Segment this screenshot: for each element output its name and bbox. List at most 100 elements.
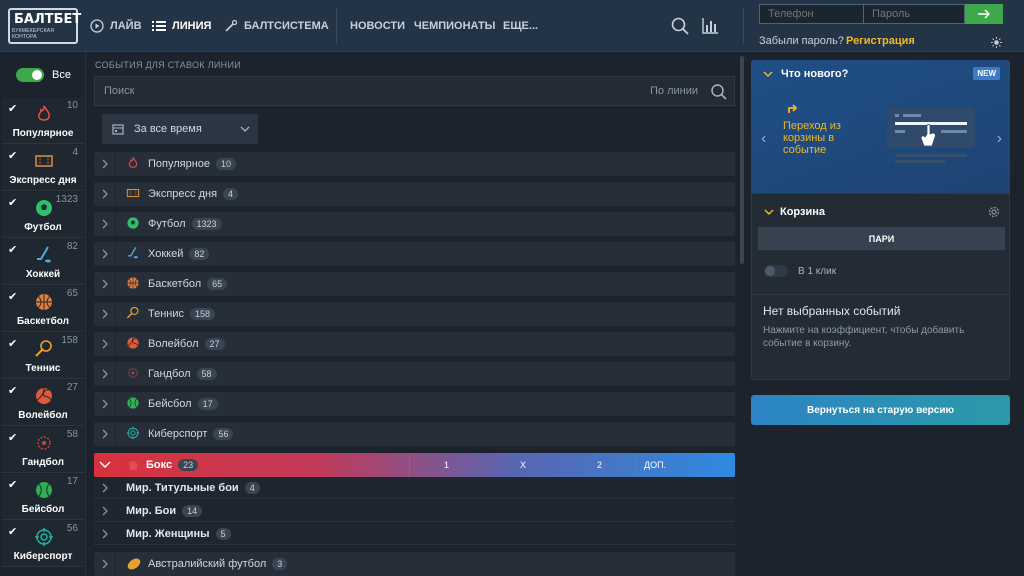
sport-count: 82 bbox=[66, 241, 78, 252]
chevron-right-icon[interactable] bbox=[94, 552, 116, 576]
toggle-all[interactable]: Все bbox=[16, 68, 71, 82]
tournament-row[interactable]: Мир. Титульные бои 4 bbox=[94, 477, 735, 499]
nav-news[interactable]: НОВОСТИ bbox=[350, 0, 405, 52]
category-count: 58 bbox=[196, 368, 217, 380]
sidebar-sport-tile[interactable]: ✔ 10 Популярное bbox=[2, 98, 84, 144]
sidebar-sport-tile[interactable]: ✔ 27 Волейбол bbox=[2, 380, 84, 426]
stats-icon[interactable] bbox=[700, 16, 720, 36]
check-icon[interactable]: ✔ bbox=[8, 337, 17, 350]
cart-illustration bbox=[887, 108, 975, 163]
scrollbar[interactable] bbox=[740, 56, 744, 264]
category-row[interactable]: Бейсбол 17 bbox=[94, 392, 735, 416]
category-label: Экспресс дня bbox=[148, 188, 218, 200]
login-button[interactable] bbox=[965, 4, 1003, 24]
sidebar-sport-tile[interactable]: ✔ 17 Бейсбол bbox=[2, 474, 84, 520]
category-row[interactable]: Теннис 158 bbox=[94, 302, 735, 326]
main-content: СОБЫТИЯ ДЛЯ СТАВОК ЛИНИИ Поиск По линии … bbox=[88, 52, 738, 576]
sidebar-sport-tile[interactable]: ✔ 58 Гандбол bbox=[2, 427, 84, 473]
sport-count: 10 bbox=[66, 100, 78, 111]
register-link[interactable]: Регистрация bbox=[846, 35, 915, 47]
chevron-right-icon[interactable] bbox=[94, 362, 116, 386]
period-select[interactable]: За все время bbox=[102, 114, 258, 144]
toggle-switch[interactable] bbox=[16, 68, 44, 82]
forgot-password-link[interactable]: Забыли пароль? bbox=[759, 35, 844, 47]
category-row-expanded[interactable]: Бокс 23 1 X 2 ДОП. bbox=[94, 453, 735, 477]
nav-championships[interactable]: ЧЕМПИОНАТЫ bbox=[414, 0, 495, 52]
category-row[interactable]: Баскетбол 65 bbox=[94, 272, 735, 296]
category-row[interactable]: Киберспорт 56 bbox=[94, 422, 735, 446]
chevron-up-icon[interactable] bbox=[94, 461, 116, 469]
old-version-button[interactable]: Вернуться на старую версию bbox=[751, 395, 1010, 425]
search-icon[interactable] bbox=[670, 16, 690, 36]
category-row[interactable]: Популярное 10 bbox=[94, 152, 735, 176]
check-icon[interactable]: ✔ bbox=[8, 525, 17, 538]
category-label: Футбол bbox=[148, 218, 186, 230]
sidebar-sport-tile[interactable]: ✔ 65 Баскетбол bbox=[2, 286, 84, 332]
chevron-right-icon[interactable] bbox=[94, 422, 116, 446]
category-row[interactable]: Волейбол 27 bbox=[94, 332, 735, 356]
sport-count: 1323 bbox=[55, 194, 78, 205]
nav-championships-label: ЧЕМПИОНАТЫ bbox=[414, 20, 496, 32]
sidebar-sport-tile[interactable]: ✔ 4 Экспресс дня bbox=[2, 145, 84, 191]
search-scope[interactable]: По линии bbox=[650, 85, 698, 97]
nav-baltsystem-label: БАЛТСИСТЕМА bbox=[244, 20, 329, 32]
tournament-row[interactable]: Мир. Бои 14 bbox=[94, 500, 735, 522]
category-row[interactable]: Экспресс дня 4 bbox=[94, 182, 735, 206]
category-label: Австралийский футбол bbox=[148, 558, 267, 570]
sidebar-sport-tile[interactable]: ✔ 56 Киберспорт bbox=[2, 521, 84, 567]
category-row[interactable]: Австралийский футбол 3 bbox=[94, 552, 735, 576]
category-count: 1323 bbox=[191, 218, 222, 230]
chevron-right-icon[interactable] bbox=[94, 152, 116, 176]
chevron-right-icon[interactable] bbox=[94, 242, 116, 266]
tab-pari[interactable]: ПАРИ bbox=[758, 227, 1005, 250]
theme-toggle-icon[interactable] bbox=[991, 37, 1002, 48]
sidebar-sport-tile[interactable]: ✔ 82 Хоккей bbox=[2, 239, 84, 285]
check-icon[interactable]: ✔ bbox=[8, 149, 17, 162]
nav-more[interactable]: ЕЩЕ... bbox=[503, 0, 538, 52]
check-icon[interactable]: ✔ bbox=[8, 478, 17, 491]
next-arrow-icon[interactable]: › bbox=[997, 130, 1002, 148]
calendar-icon bbox=[112, 124, 124, 135]
check-icon[interactable]: ✔ bbox=[8, 290, 17, 303]
chevron-right-icon[interactable] bbox=[94, 182, 116, 206]
check-icon[interactable]: ✔ bbox=[8, 431, 17, 444]
chevron-right-icon[interactable] bbox=[94, 529, 116, 539]
gear-icon[interactable] bbox=[987, 205, 1001, 219]
search-bar[interactable]: Поиск По линии bbox=[94, 76, 735, 106]
chevron-right-icon[interactable] bbox=[94, 392, 116, 416]
tournament-count: 4 bbox=[244, 481, 260, 494]
chevron-right-icon[interactable] bbox=[94, 332, 116, 356]
sidebar-sport-tile[interactable]: ✔ 158 Теннис bbox=[2, 333, 84, 379]
nav-line[interactable]: ЛИНИЯ bbox=[152, 0, 211, 52]
search-input[interactable]: Поиск bbox=[104, 85, 134, 97]
chevron-right-icon[interactable] bbox=[94, 302, 116, 326]
chevron-down-icon[interactable] bbox=[764, 209, 774, 216]
right-panel: Что нового? NEW ‹ › Переход из корзины в… bbox=[746, 52, 1024, 576]
check-icon[interactable]: ✔ bbox=[8, 243, 17, 256]
prev-arrow-icon[interactable]: ‹ bbox=[761, 130, 766, 148]
category-row[interactable]: Хоккей 82 bbox=[94, 242, 735, 266]
check-icon[interactable]: ✔ bbox=[8, 102, 17, 115]
hockey-icon bbox=[34, 245, 54, 265]
nav-live[interactable]: ЛАЙВ bbox=[90, 0, 142, 52]
category-row[interactable]: Гандбол 58 bbox=[94, 362, 735, 386]
one-click-toggle[interactable]: В 1 клик bbox=[764, 265, 836, 277]
phone-field[interactable] bbox=[759, 4, 864, 24]
chevron-right-icon[interactable] bbox=[94, 483, 116, 493]
password-field[interactable] bbox=[864, 4, 965, 24]
chevron-down-icon[interactable] bbox=[763, 71, 773, 78]
nav-baltsystem[interactable]: БАЛТСИСТЕМА bbox=[224, 0, 329, 52]
chevron-right-icon[interactable] bbox=[94, 272, 116, 296]
check-icon[interactable]: ✔ bbox=[8, 384, 17, 397]
category-row[interactable]: Футбол 1323 bbox=[94, 212, 735, 236]
tournament-row[interactable]: Мир. Женщины 5 bbox=[94, 523, 735, 545]
chevron-right-icon[interactable] bbox=[94, 506, 116, 516]
sidebar-sport-tile[interactable]: ✔ 1323 Футбол bbox=[2, 192, 84, 238]
toggle-switch[interactable] bbox=[764, 265, 788, 277]
search-icon[interactable] bbox=[710, 83, 728, 101]
tournament-count: 5 bbox=[215, 527, 231, 540]
check-icon[interactable]: ✔ bbox=[8, 196, 17, 209]
logo[interactable]: БАЛТБЕТ БУКМЕКЕРСКАЯ КОНТОРА bbox=[8, 8, 81, 44]
chevron-right-icon[interactable] bbox=[94, 212, 116, 236]
football-icon bbox=[34, 198, 54, 218]
